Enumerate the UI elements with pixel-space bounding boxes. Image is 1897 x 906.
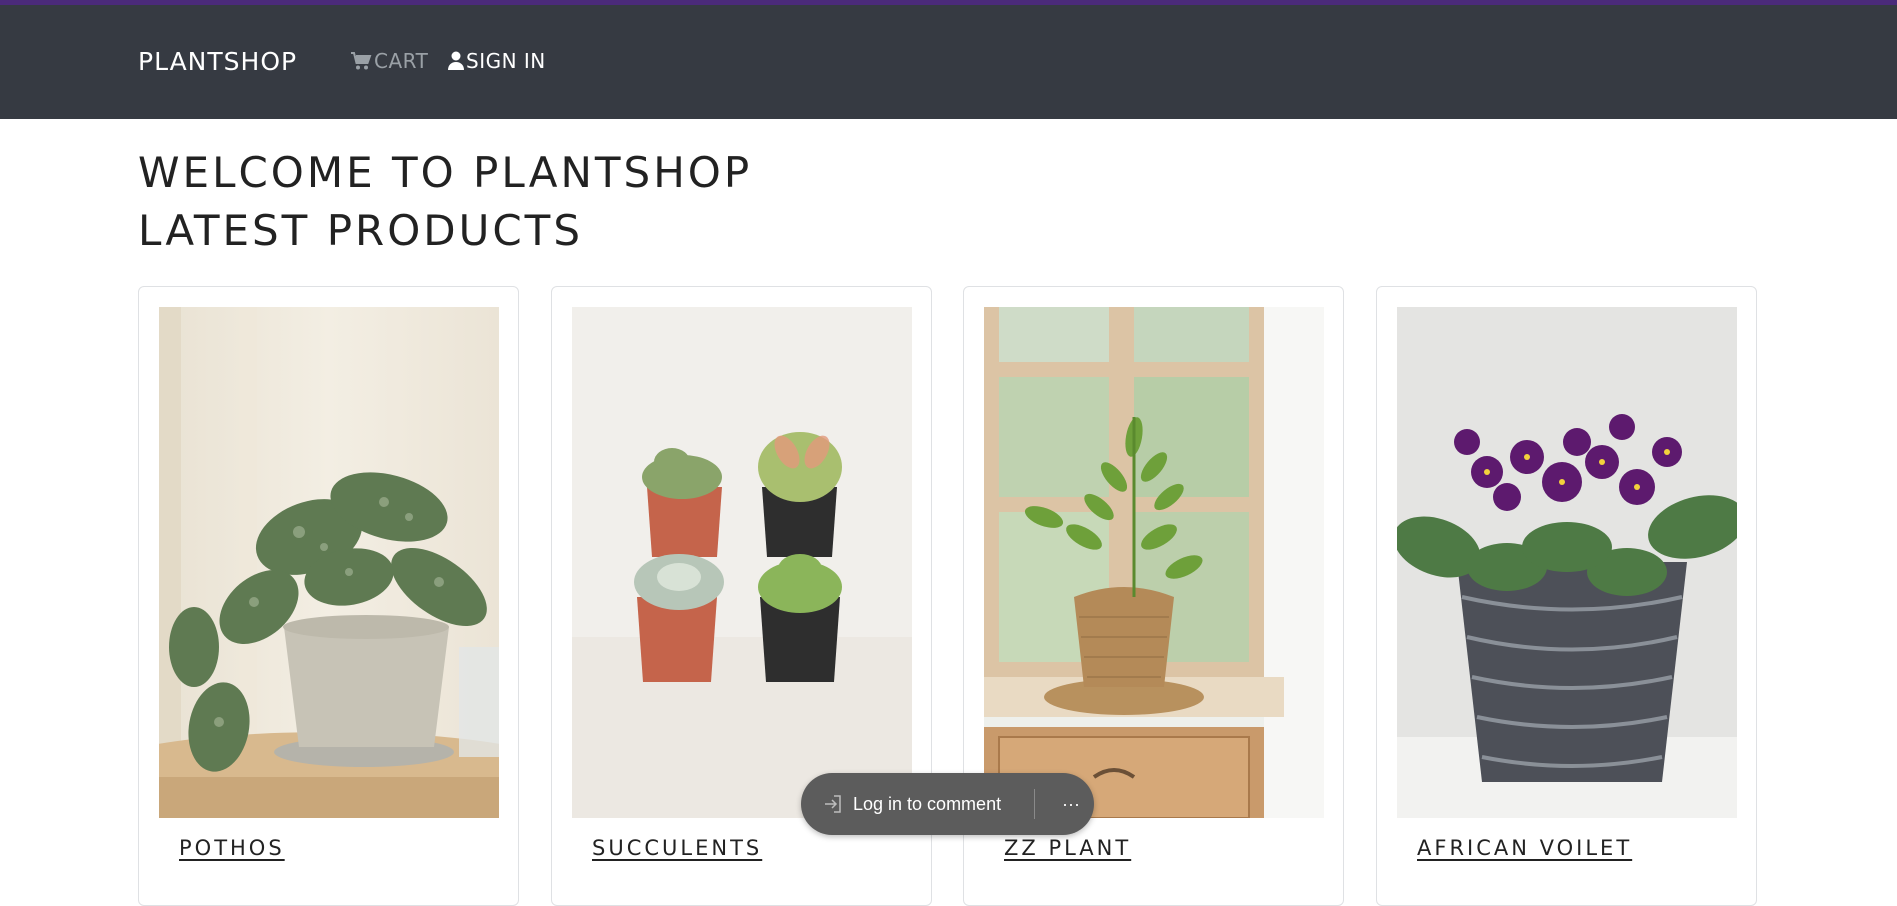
nav-cart-label: CART [374, 49, 429, 73]
product-card: POTHOS [138, 286, 519, 906]
brand-link[interactable]: PLANTSHOP [138, 47, 297, 76]
product-title-zz-plant[interactable]: ZZ PLANT [1004, 836, 1131, 860]
navbar: PLANTSHOP CART SIGN IN [0, 5, 1897, 119]
product-image-succulents[interactable] [572, 307, 912, 818]
comment-bar: Log in to comment ··· [801, 773, 1094, 835]
comment-bar-divider [1034, 789, 1035, 819]
cart-icon [351, 52, 372, 70]
login-to-comment-button[interactable]: Log in to comment [801, 773, 1001, 835]
product-title-african-violet[interactable]: AFRICAN VOILET [1417, 836, 1632, 860]
product-image-pothos[interactable] [159, 307, 499, 818]
nav-signin-link[interactable]: SIGN IN [448, 49, 546, 73]
product-image-zz-plant[interactable] [984, 307, 1324, 818]
nav-cart-link[interactable]: CART [350, 49, 428, 73]
nav-signin-label: SIGN IN [466, 49, 546, 73]
more-options-button[interactable]: ··· [1051, 773, 1091, 835]
page-title: WELCOME TO PLANTSHOP [138, 148, 753, 197]
product-card: AFRICAN VOILET [1376, 286, 1757, 906]
product-title-pothos[interactable]: POTHOS [179, 836, 285, 860]
product-image-african-violet[interactable] [1397, 307, 1737, 818]
sign-in-icon [825, 795, 841, 813]
product-title-succulents[interactable]: SUCCULENTS [592, 836, 762, 860]
more-icon: ··· [1062, 793, 1080, 814]
section-title: LATEST PRODUCTS [138, 206, 583, 255]
login-to-comment-label: Log in to comment [853, 793, 1002, 814]
user-icon [448, 51, 464, 70]
